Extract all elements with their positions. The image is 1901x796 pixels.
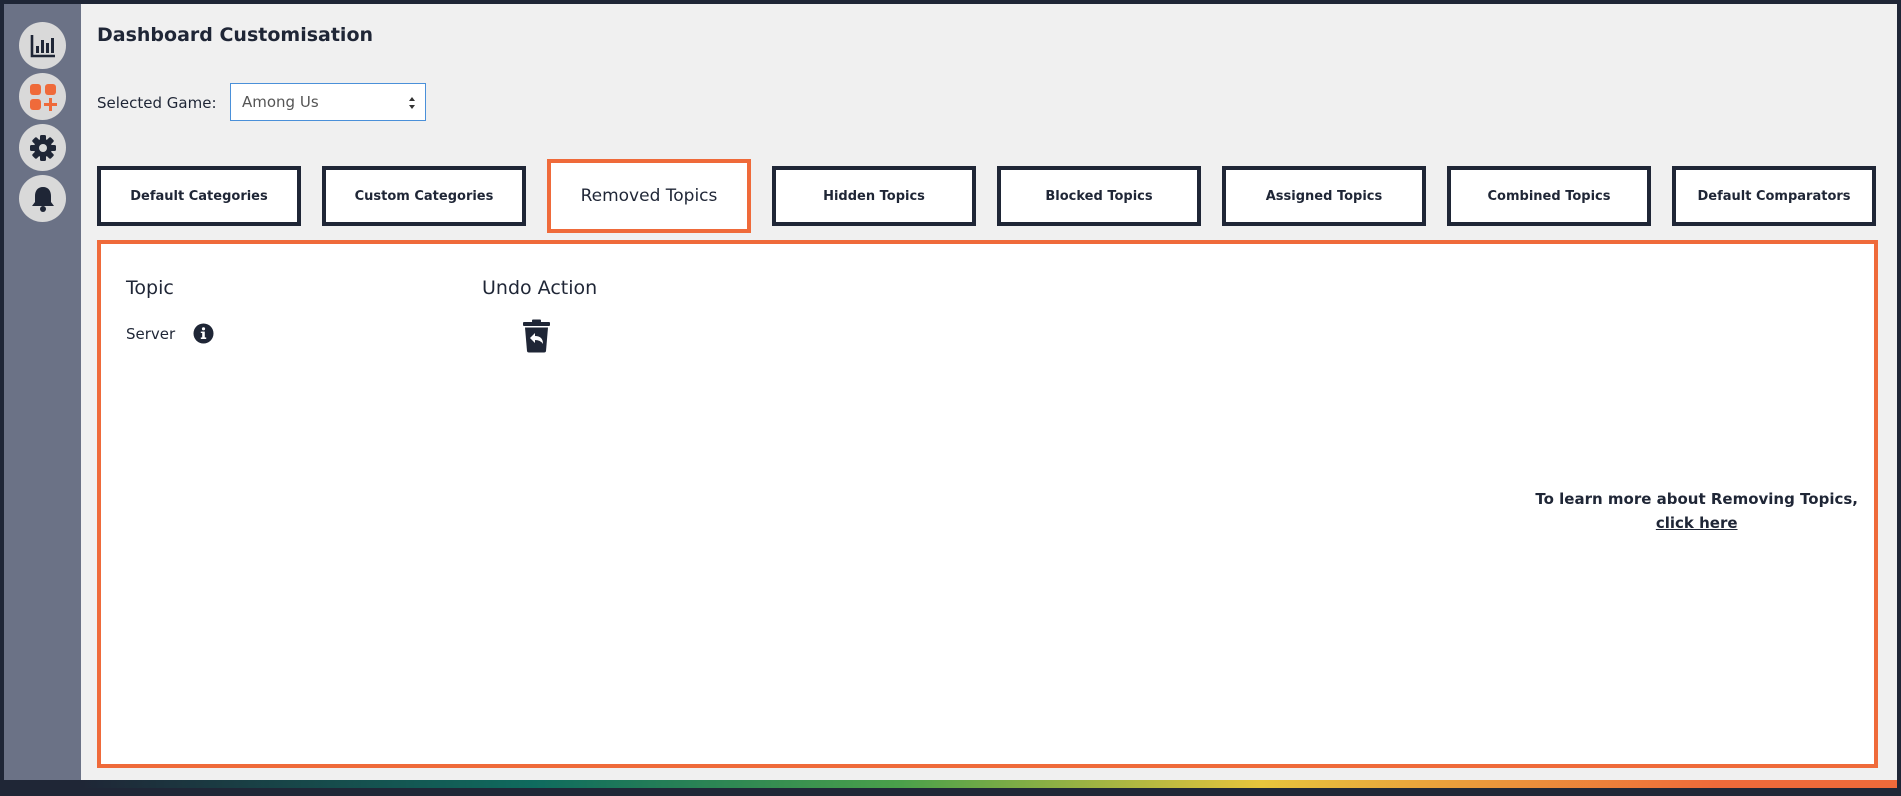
learn-more-link[interactable]: click here <box>1656 511 1738 535</box>
sidebar-item-dashboard[interactable] <box>19 22 66 69</box>
tab-assigned-topics[interactable]: Assigned Topics <box>1222 166 1426 226</box>
tab-hidden-topics[interactable]: Hidden Topics <box>772 166 976 226</box>
game-select[interactable]: Among Us <box>230 83 426 121</box>
bell-icon <box>31 186 54 212</box>
learn-more-text: To learn more about Removing Topics, <box>1535 490 1858 508</box>
sidebar-item-notifications[interactable] <box>19 175 66 222</box>
game-select-value: Among Us <box>242 93 319 111</box>
tab-default-categories[interactable]: Default Categories <box>97 166 301 226</box>
main-content: Dashboard Customisation Selected Game: A… <box>81 4 1897 780</box>
topic-name: Server <box>126 325 176 343</box>
tab-removed-topics[interactable]: Removed Topics <box>547 159 751 233</box>
footer-gradient-bar <box>81 780 1897 788</box>
undo-delete-icon[interactable] <box>522 319 551 353</box>
tab-blocked-topics[interactable]: Blocked Topics <box>997 166 1201 226</box>
bar-chart-icon <box>30 34 55 57</box>
app-frame: Dashboard Customisation Selected Game: A… <box>0 0 1901 796</box>
learn-more-note: To learn more about Removing Topics, cli… <box>1535 487 1858 535</box>
topic-column-header: Topic <box>126 277 174 299</box>
sidebar-item-settings[interactable] <box>19 124 66 171</box>
gear-icon <box>29 134 56 161</box>
page-title: Dashboard Customisation <box>97 24 374 46</box>
sidebar-item-customise[interactable] <box>19 73 66 120</box>
tab-combined-topics[interactable]: Combined Topics <box>1447 166 1651 226</box>
sidebar <box>4 4 81 780</box>
select-arrows-icon <box>409 97 415 109</box>
info-icon[interactable] <box>193 323 214 344</box>
selected-game-label: Selected Game: <box>97 94 217 112</box>
add-widget-icon <box>29 83 57 111</box>
undo-column-header: Undo Action <box>482 277 598 299</box>
tab-custom-categories[interactable]: Custom Categories <box>322 166 526 226</box>
tab-default-comparators[interactable]: Default Comparators <box>1672 166 1876 226</box>
removed-topics-panel: Topic Undo Action Server To learn more a… <box>97 240 1878 768</box>
